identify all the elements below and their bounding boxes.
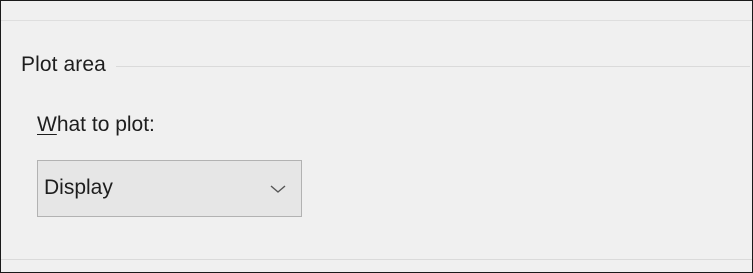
dropdown-selected-value: Display <box>44 176 113 199</box>
group-divider <box>115 65 750 67</box>
plot-area-group: Plot area <box>21 51 750 79</box>
group-title: Plot area <box>21 53 106 76</box>
what-to-plot-label: What to plot: <box>37 113 155 137</box>
label-text: hat to plot: <box>56 113 155 136</box>
bottom-separator <box>1 259 752 260</box>
chevron-down-icon <box>270 185 286 193</box>
dialog-panel: Plot area What to plot: Display <box>0 0 753 273</box>
what-to-plot-dropdown[interactable]: Display <box>37 160 302 217</box>
mnemonic-letter: W <box>37 113 57 136</box>
top-separator <box>1 20 752 21</box>
